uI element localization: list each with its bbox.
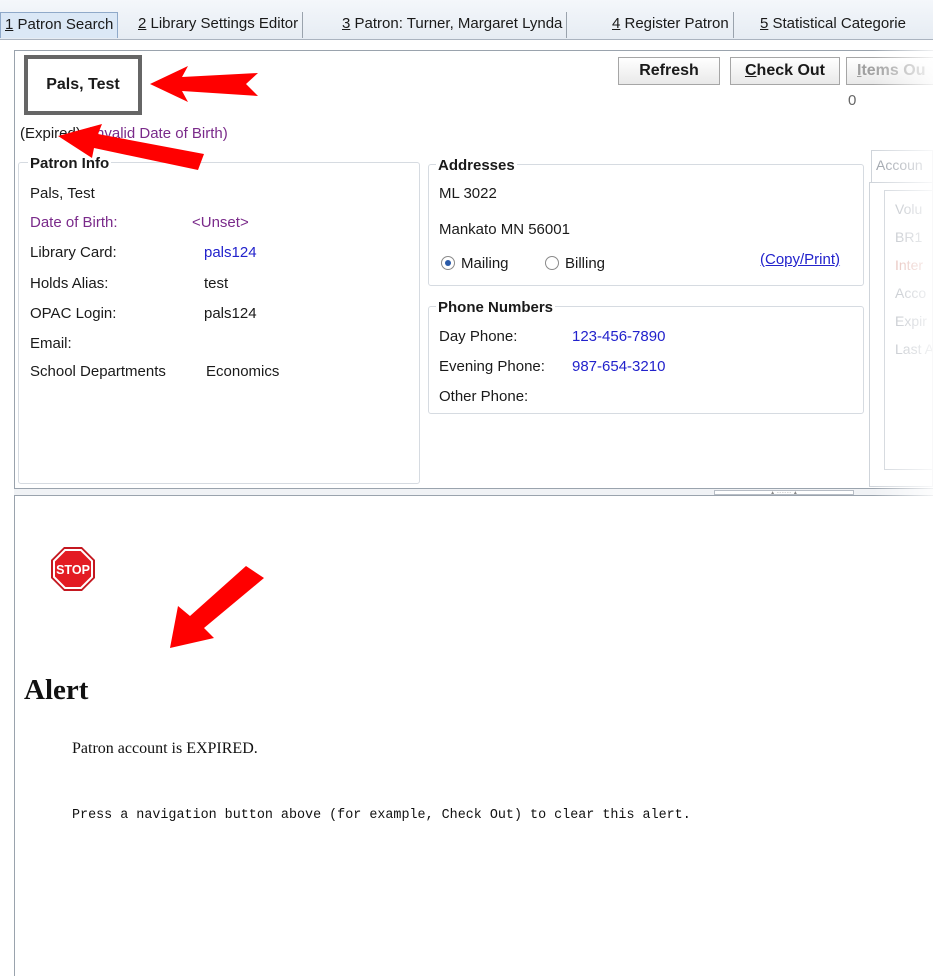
mailing-radio[interactable]: Mailing [441,255,509,272]
library-card-value[interactable]: pals124 [204,244,257,261]
panel-splitter[interactable]: ▲ ········· ▲ [14,488,933,496]
patron-status-line: (Expired) (Invalid Date of Birth) [20,125,228,142]
opac-login-value: pals124 [204,305,257,322]
tab-bar: 1 Patron Search 2 Library Settings Edito… [0,0,933,40]
tab-library-settings-editor[interactable]: 2 Library Settings Editor [134,12,304,38]
tab-statistical-categories[interactable]: 5 Statistical Categorie [756,12,910,38]
tab-patron-search[interactable]: 1 Patron Search [0,12,119,38]
items-out-button[interactable]: Items Ou [846,57,933,85]
account-item: Last A [895,341,933,357]
radio-unselected-icon [545,256,559,270]
address-line1: ML 3022 [439,185,497,202]
other-phone-label: Other Phone: [439,388,529,405]
opac-login-label: OPAC Login: [30,305,117,322]
tab-register-patron[interactable]: 4 Register Patron [608,12,734,38]
items-out-count: 0 [848,92,857,109]
splitter-grip-icon[interactable]: ▲ ········· ▲ [714,490,854,496]
alert-message: Patron account is EXPIRED. [72,740,258,757]
copy-print-link[interactable]: (Copy/Print) [760,251,840,268]
account-item: BR1 [895,229,923,245]
school-departments-label: School Departments [30,363,166,380]
holds-alias-label: Holds Alias: [30,275,109,292]
alert-title: Alert [24,674,89,706]
stop-sign-icon: STOP [51,547,95,591]
check-out-button[interactable]: Check Out [730,57,840,85]
tab-patron-turner[interactable]: 3 Patron: Turner, Margaret Lynda [338,12,568,38]
refresh-button[interactable]: Refresh [618,57,720,85]
patron-info-name: Pals, Test [30,185,95,202]
day-phone-label: Day Phone: [439,328,518,345]
day-phone-value[interactable]: 123-456-7890 [572,328,665,345]
account-item: Expir [895,313,927,329]
svg-text:STOP: STOP [56,563,90,577]
holds-alias-value: test [204,275,229,292]
library-card-label: Library Card: [30,244,117,261]
evening-phone-label: Evening Phone: [439,358,545,375]
addresses-title: Addresses [436,157,517,174]
evening-phone-value[interactable]: 987-654-3210 [572,358,665,375]
billing-radio[interactable]: Billing [545,255,605,272]
dob-label: Date of Birth: [30,214,118,231]
account-item: Acco [895,285,927,301]
school-departments-value: Economics [206,363,280,380]
account-tab[interactable]: Accoun [871,150,933,182]
phone-numbers-title: Phone Numbers [436,299,556,316]
dob-value[interactable]: <Unset> [192,214,249,231]
alert-hint: Press a navigation button above (for exa… [72,808,691,823]
patron-info-title: Patron Info [28,155,112,172]
status-expired: (Expired) [20,125,81,142]
email-label: Email: [30,335,72,352]
account-item: Inter [895,257,924,273]
address-line2: Mankato MN 56001 [439,221,570,238]
alert-panel [14,496,933,976]
account-summary-list: Volu BR1 Inter Acco Expir Last A [884,190,933,470]
status-invalid-dob: (Invalid Date of Birth) [86,125,228,142]
patron-name-header: Pals, Test [24,55,142,115]
account-item: Volu [895,201,923,217]
radio-selected-icon [441,256,455,270]
patron-info-group [18,162,420,484]
